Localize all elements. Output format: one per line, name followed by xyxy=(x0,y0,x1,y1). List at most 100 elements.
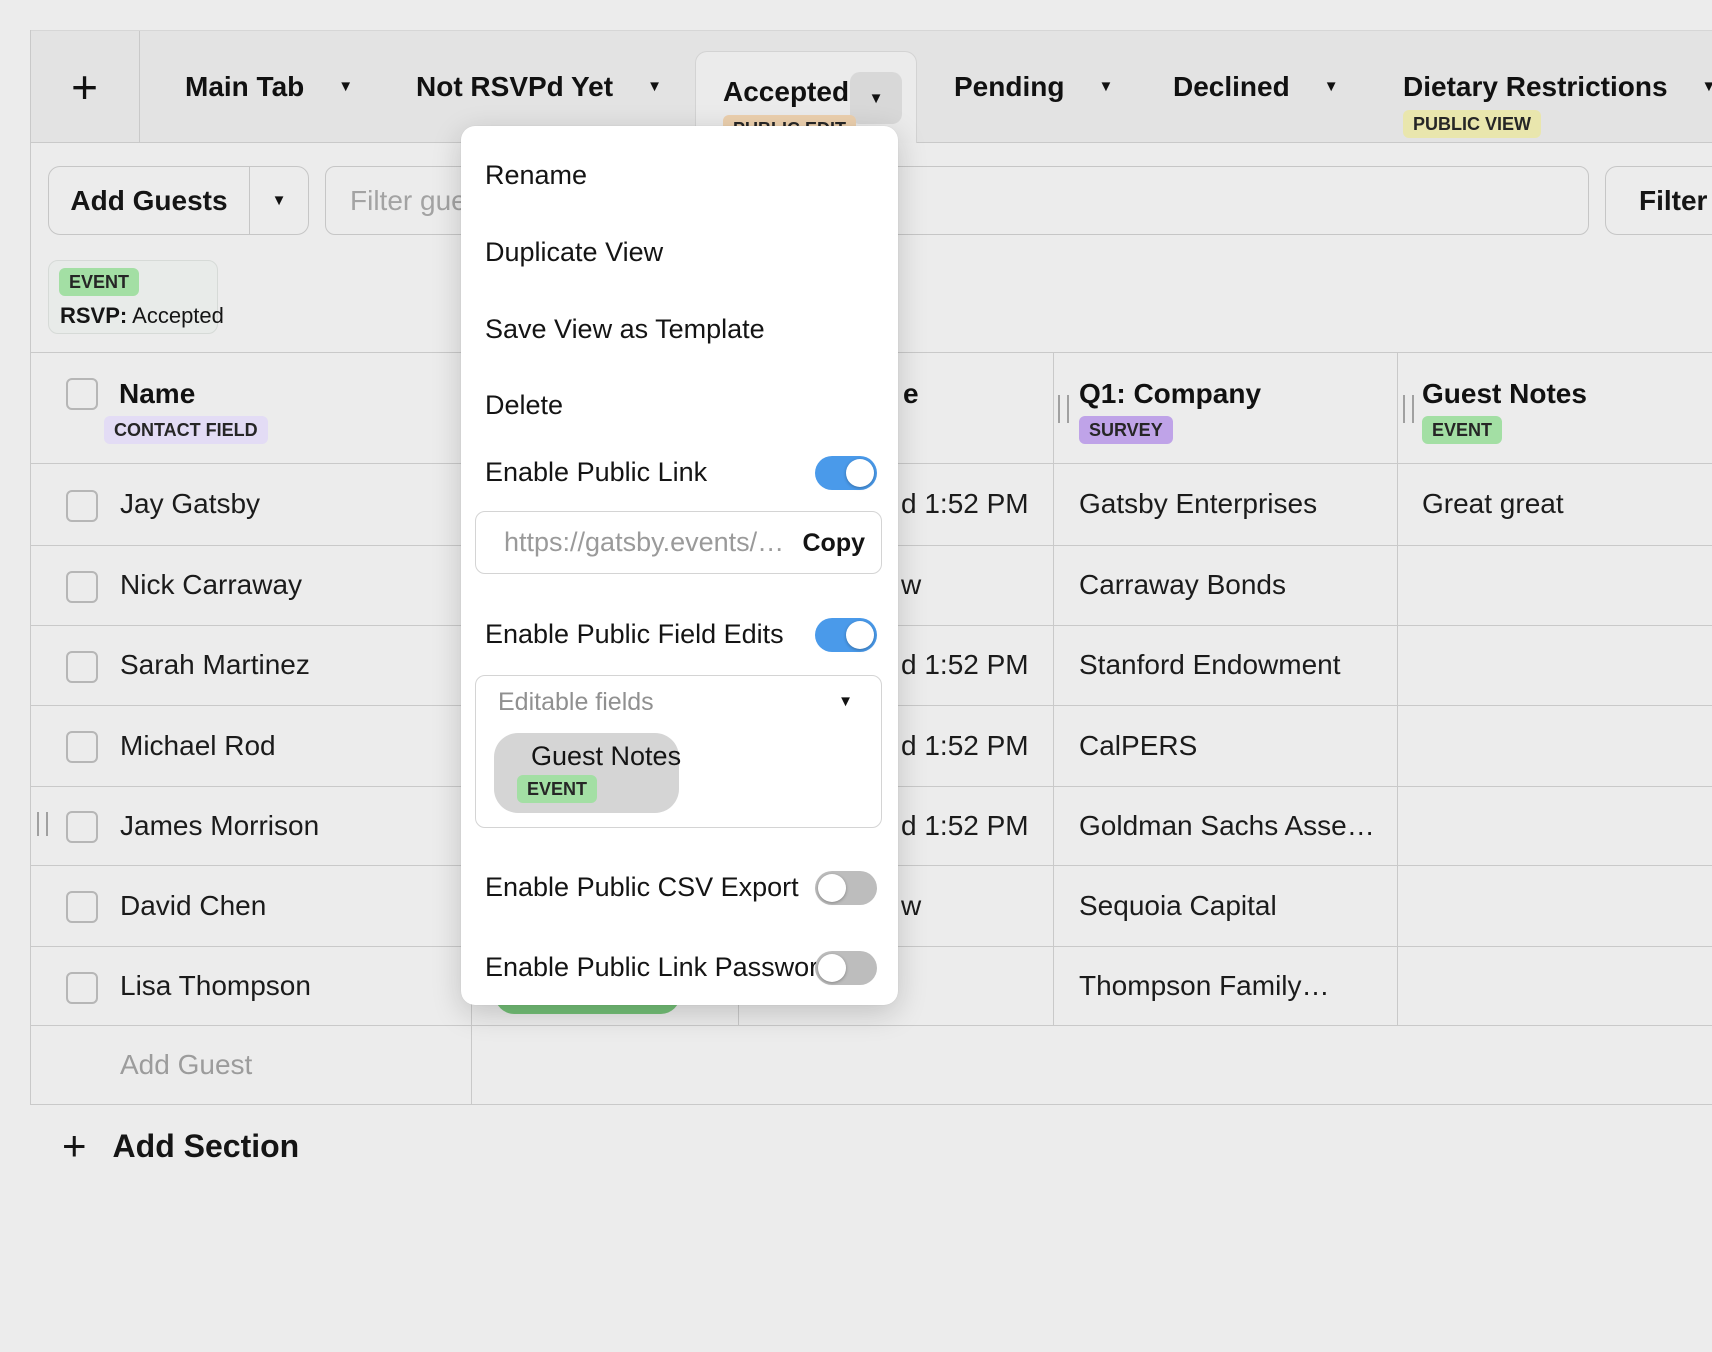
row-checkbox[interactable] xyxy=(66,490,98,522)
row-divider xyxy=(30,1025,1712,1026)
editable-fields-box[interactable]: Editable fields ▼ Guest Notes EVENT xyxy=(475,675,882,828)
menu-item-delete[interactable]: Delete xyxy=(485,390,563,421)
row-checkbox[interactable] xyxy=(66,731,98,763)
filter-chip-label: RSVP: Accepted xyxy=(60,303,224,329)
add-guests-dropdown-button[interactable]: ▼ xyxy=(250,167,308,234)
tab-label: Not RSVPd Yet xyxy=(416,71,613,103)
date-cell[interactable]: d 1:52 PM xyxy=(901,625,1029,705)
toggle-knob xyxy=(846,459,874,487)
guest-name-cell[interactable]: Nick Carraway xyxy=(120,545,302,625)
guest-notes-cell[interactable]: Great great xyxy=(1422,463,1564,545)
editable-fields-placeholder: Editable fields xyxy=(498,688,654,717)
editable-field-chip[interactable]: Guest Notes EVENT xyxy=(494,733,679,813)
csv-export-toggle[interactable] xyxy=(815,871,877,905)
row-checkbox[interactable] xyxy=(66,571,98,603)
tab-main-tab[interactable]: Main Tab ▼ xyxy=(185,30,353,143)
row-checkbox[interactable] xyxy=(66,891,98,923)
menu-item-rename[interactable]: Rename xyxy=(485,160,587,191)
tab-label: Main Tab xyxy=(185,71,304,103)
event-badge: EVENT xyxy=(517,775,597,803)
event-badge: EVENT xyxy=(1422,416,1502,444)
date-cell[interactable]: d 1:52 PM xyxy=(901,463,1029,545)
tab-declined[interactable]: Declined ▼ xyxy=(1173,30,1339,143)
enable-public-link-password-label: Enable Public Link Password xyxy=(485,952,833,983)
company-cell[interactable]: Stanford Endowment xyxy=(1079,625,1341,705)
tab-label: Pending xyxy=(954,71,1064,103)
table-bottom-border xyxy=(30,1104,1712,1105)
view-options-menu: Rename Duplicate View Save View as Templ… xyxy=(461,126,898,1005)
add-guest-row[interactable]: Add Guest xyxy=(120,1025,252,1104)
add-section-label: Add Section xyxy=(113,1128,300,1165)
date-cell[interactable]: w xyxy=(901,865,921,946)
active-filter-chip[interactable]: EVENT RSVP: Accepted xyxy=(48,260,218,334)
add-section-button[interactable]: + Add Section xyxy=(62,1120,299,1172)
column-divider xyxy=(1053,352,1054,1025)
toggle-knob xyxy=(818,874,846,902)
new-tab-button[interactable]: + xyxy=(30,30,139,143)
company-cell[interactable]: Gatsby Enterprises xyxy=(1079,463,1317,545)
guest-name-cell[interactable]: Jay Gatsby xyxy=(120,463,260,545)
row-checkbox[interactable] xyxy=(66,651,98,683)
chevron-down-icon[interactable]: ▼ xyxy=(1324,79,1339,94)
guest-name-cell[interactable]: James Morrison xyxy=(120,786,319,865)
public-link-toggle[interactable] xyxy=(815,456,877,490)
link-password-toggle[interactable] xyxy=(815,951,877,985)
column-header-name[interactable]: Name xyxy=(119,378,195,410)
copy-button[interactable]: Copy xyxy=(803,529,866,558)
company-cell[interactable]: Sequoia Capital xyxy=(1079,865,1277,946)
survey-badge: SURVEY xyxy=(1079,416,1173,444)
tab-bar-divider xyxy=(139,31,140,143)
tab-label: Accepted xyxy=(723,76,849,108)
chevron-down-icon[interactable]: ▼ xyxy=(838,694,853,709)
tab-pending[interactable]: Pending ▼ xyxy=(954,30,1113,143)
enable-public-link-label: Enable Public Link xyxy=(485,457,707,488)
enable-public-field-edits-label: Enable Public Field Edits xyxy=(485,619,784,650)
date-cell[interactable]: d 1:52 PM xyxy=(901,705,1029,786)
add-guests-split-button: Add Guests ▼ xyxy=(48,166,309,235)
toggle-knob xyxy=(846,621,874,649)
toggle-knob xyxy=(818,954,846,982)
guest-name-cell[interactable]: Lisa Thompson xyxy=(120,946,311,1025)
menu-item-save-view-as-template[interactable]: Save View as Template xyxy=(485,314,765,345)
chevron-down-icon[interactable]: ▼ xyxy=(338,79,353,94)
date-cell[interactable]: w xyxy=(901,545,921,625)
field-edits-toggle[interactable] xyxy=(815,618,877,652)
menu-item-duplicate-view[interactable]: Duplicate View xyxy=(485,237,663,268)
company-cell[interactable]: Goldman Sachs Asse… xyxy=(1079,786,1375,865)
plus-icon: + xyxy=(62,1125,87,1167)
column-drag-handle[interactable] xyxy=(1058,395,1069,423)
guest-name-cell[interactable]: Michael Rod xyxy=(120,705,276,786)
row-checkbox[interactable] xyxy=(66,972,98,1004)
filter-button[interactable]: Filter xyxy=(1605,166,1712,235)
company-cell[interactable]: CalPERS xyxy=(1079,705,1197,786)
enable-public-csv-export-label: Enable Public CSV Export xyxy=(485,872,799,903)
public-link-url: https://gatsby.events/… xyxy=(504,527,784,558)
event-badge: EVENT xyxy=(59,268,139,296)
chevron-down-icon: ▼ xyxy=(272,193,287,208)
row-drag-handle[interactable] xyxy=(37,812,48,836)
company-cell[interactable]: Thompson Family… xyxy=(1079,946,1330,1025)
tab-label: Declined xyxy=(1173,71,1290,103)
chevron-down-icon[interactable]: ▼ xyxy=(1702,79,1712,94)
tab-options-button[interactable]: ▼ xyxy=(850,72,902,124)
chevron-down-icon: ▼ xyxy=(869,91,884,106)
tab-label: Dietary Restrictions xyxy=(1403,71,1668,103)
add-guests-button[interactable]: Add Guests xyxy=(49,167,250,234)
column-drag-handle[interactable] xyxy=(1403,395,1414,423)
chevron-down-icon[interactable]: ▼ xyxy=(647,79,662,94)
company-cell[interactable]: Carraway Bonds xyxy=(1079,545,1286,625)
app-window: + Main Tab ▼ Not RSVPd Yet ▼ Accepted ▼ … xyxy=(0,0,1712,1352)
column-header-date-fragment[interactable]: e xyxy=(903,378,919,410)
date-cell[interactable]: d 1:52 PM xyxy=(901,786,1029,865)
chevron-down-icon[interactable]: ▼ xyxy=(1098,79,1113,94)
column-divider xyxy=(1397,352,1398,1025)
column-header-company[interactable]: Q1: Company xyxy=(1079,378,1261,410)
panel-left-border xyxy=(30,30,31,1104)
row-checkbox[interactable] xyxy=(66,811,98,843)
column-header-guest-notes[interactable]: Guest Notes xyxy=(1422,378,1587,410)
chip-label: Guest Notes xyxy=(531,741,681,772)
select-all-checkbox[interactable] xyxy=(66,378,98,410)
filter-button-label: Filter xyxy=(1639,185,1707,217)
guest-name-cell[interactable]: Sarah Martinez xyxy=(120,625,310,705)
guest-name-cell[interactable]: David Chen xyxy=(120,865,266,946)
